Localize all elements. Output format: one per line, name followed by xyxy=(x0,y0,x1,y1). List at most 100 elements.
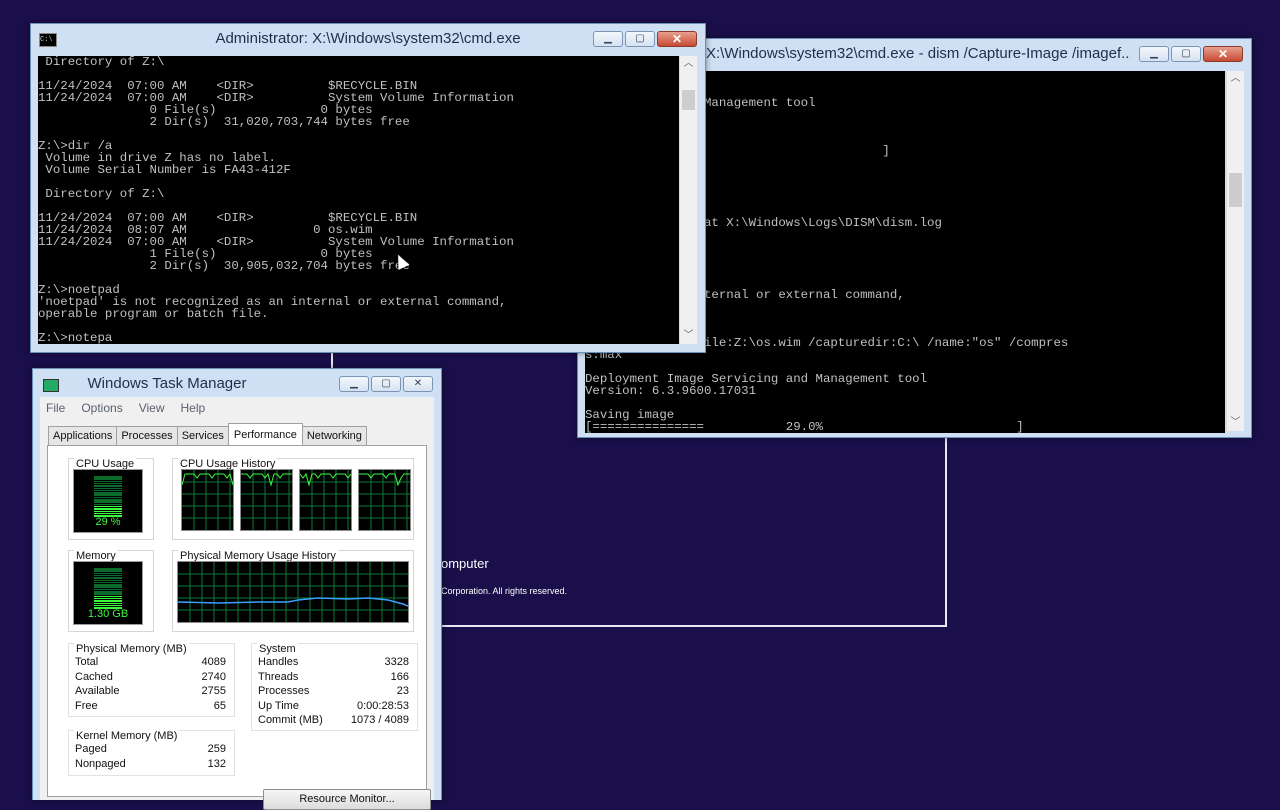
menu-view[interactable]: View xyxy=(139,401,165,415)
task-manager-window[interactable]: Windows Task Manager ▁ ▢ ✕ File Options … xyxy=(32,368,442,810)
memory-history-chart xyxy=(178,562,408,622)
stat-value: 3328 xyxy=(384,656,409,668)
meter-segment xyxy=(94,581,122,584)
stat-label: Total xyxy=(75,656,99,668)
cpu-history-graph-core-3 xyxy=(299,469,352,531)
stat-row-processes: Processes 23 xyxy=(258,685,409,699)
physical-memory-group: Physical Memory (MB) Total 4089 Cached 274… xyxy=(68,643,235,717)
stat-label: Nonpaged xyxy=(75,758,126,770)
meter-segment xyxy=(94,577,122,579)
stat-label: Paged xyxy=(75,743,107,755)
cpu-history-chart xyxy=(300,470,351,530)
memory-history-group: Physical Memory Usage History xyxy=(172,550,414,632)
meter-segment xyxy=(94,604,122,607)
admin-titlebar[interactable]: C:\ Administrator: X:\Windows\system32\c… xyxy=(31,24,705,54)
meter-segment xyxy=(94,600,122,602)
task-manager-body: File Options View Help Applications Proc… xyxy=(40,397,434,810)
task-manager-titlebar[interactable]: Windows Task Manager ▁ ▢ ✕ xyxy=(33,369,441,399)
stat-label: Commit (MB) xyxy=(258,714,323,726)
stat-value: 166 xyxy=(390,671,409,683)
admin-cmd-window[interactable]: C:\ Administrator: X:\Windows\system32\c… xyxy=(30,23,706,353)
console-line: 2 Dir(s) 31,020,703,744 bytes free xyxy=(38,115,410,129)
tab-processes[interactable]: Processes xyxy=(116,426,178,445)
stat-value: 4089 xyxy=(201,656,226,668)
stat-row-free: Free 65 xyxy=(75,700,226,714)
setup-product-text: omputer xyxy=(441,556,489,571)
meter-segment xyxy=(94,494,122,496)
cpu-history-chart xyxy=(182,470,233,530)
meter-segment xyxy=(94,489,122,492)
cmd-scrollbar[interactable]: ︿ ﹀ xyxy=(679,56,697,344)
stat-row-nonpaged: Nonpaged 132 xyxy=(75,758,226,772)
menu-options[interactable]: Options xyxy=(81,401,122,415)
memory-value: 1.30 GB xyxy=(87,608,129,620)
tab-networking[interactable]: Networking xyxy=(301,426,367,445)
stat-label: Cached xyxy=(75,671,113,683)
menu-help[interactable]: Help xyxy=(181,401,206,415)
meter-segment xyxy=(94,505,122,508)
console-line: Directory of Z:\ xyxy=(38,187,165,201)
scroll-thumb[interactable] xyxy=(682,90,695,110)
meter-segment xyxy=(94,574,122,577)
console-line: Z:\>notepa xyxy=(38,331,113,344)
console-line: operable program or batch file. xyxy=(38,307,269,321)
setup-copyright-text: Corporation. All rights reserved. xyxy=(441,586,568,596)
menu-file[interactable]: File xyxy=(46,401,65,415)
stat-label: Free xyxy=(75,700,98,712)
cpu-usage-value: 29 % xyxy=(95,516,121,528)
meter-segment xyxy=(94,508,122,510)
meter-segment xyxy=(94,579,122,581)
scroll-up-icon[interactable]: ︿ xyxy=(1227,71,1244,87)
tab-applications[interactable]: Applications xyxy=(48,426,118,445)
menu-bar: File Options View Help xyxy=(40,397,434,419)
meter-segment xyxy=(94,501,122,503)
tab-services[interactable]: Services xyxy=(176,426,229,445)
close-button[interactable]: ✕ xyxy=(657,31,697,47)
maximize-button[interactable]: ▢ xyxy=(1171,46,1201,62)
stat-row-available: Available 2755 xyxy=(75,685,226,699)
cpu-history-chart xyxy=(359,470,410,530)
stat-value: 259 xyxy=(207,743,226,755)
meter-segment xyxy=(94,485,122,487)
scroll-thumb[interactable] xyxy=(1229,173,1242,207)
stat-row-handles: Handles 3328 xyxy=(258,656,409,670)
minimize-button[interactable]: ▁ xyxy=(339,376,369,392)
meter-segment xyxy=(94,593,122,595)
meter-segment xyxy=(94,480,122,483)
meter-segment xyxy=(94,584,122,586)
stat-row-commit: Commit (MB) 1073 / 4089 xyxy=(258,714,409,728)
cpu-usage-group: CPU Usage 29 % xyxy=(68,458,154,540)
close-button[interactable]: ✕ xyxy=(1203,46,1243,62)
task-manager-title: Windows Task Manager xyxy=(87,375,247,392)
stat-label: Threads xyxy=(258,671,299,683)
stat-label: Handles xyxy=(258,656,299,668)
stat-value: 65 xyxy=(213,700,226,712)
tab-performance[interactable]: Performance xyxy=(227,423,303,445)
dism-scrollbar[interactable]: ︿ ﹀ xyxy=(1226,71,1244,431)
system-group: System Handles 3328 Threads 166 Processes 2… xyxy=(251,643,418,731)
meter-segment xyxy=(94,597,122,600)
scroll-down-icon[interactable]: ﹀ xyxy=(680,328,697,344)
console-line: Volume Serial Number is FA43-412F xyxy=(38,163,291,177)
minimize-button[interactable]: ▁ xyxy=(593,31,623,47)
stat-label: Up Time xyxy=(258,700,299,712)
scroll-down-icon[interactable]: ﹀ xyxy=(1227,415,1244,431)
stat-label: Available xyxy=(75,685,120,697)
stat-value: 132 xyxy=(207,758,226,770)
maximize-button[interactable]: ▢ xyxy=(371,376,401,392)
dism-window-title: X:\Windows\system32\cmd.exe - dism /Capt… xyxy=(706,45,1131,62)
cpu-history-graph-core-2 xyxy=(240,469,293,531)
maximize-button[interactable]: ▢ xyxy=(625,31,655,47)
scroll-up-icon[interactable]: ︿ xyxy=(680,56,697,72)
cmd-console-output[interactable]: Directory of Z:\ 11/24/2024 07:00 AM <DI… xyxy=(38,56,679,344)
meter-segment xyxy=(94,478,122,480)
minimize-button[interactable]: ▁ xyxy=(1139,46,1169,62)
meter-segment xyxy=(94,512,122,515)
meter-segment xyxy=(94,572,122,575)
stat-value: 23 xyxy=(396,685,409,697)
close-button[interactable]: ✕ xyxy=(403,376,433,392)
